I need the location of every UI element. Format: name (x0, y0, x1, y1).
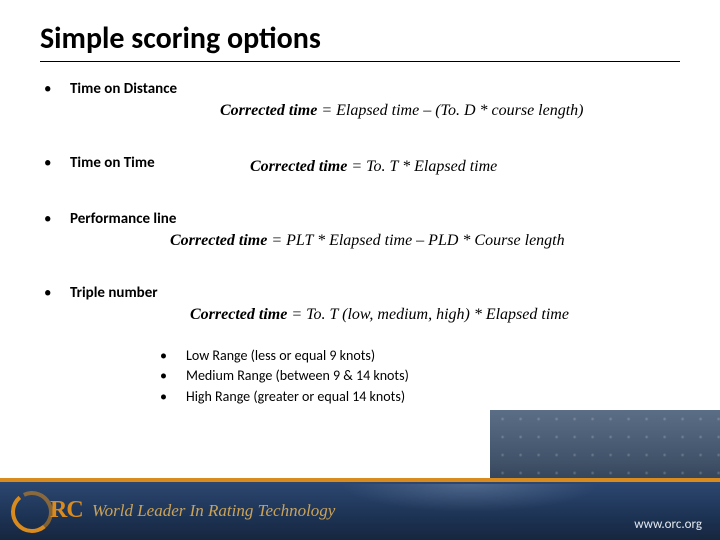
bullet-dot-icon: • (40, 154, 70, 172)
bullet-dot-icon: • (160, 346, 186, 366)
formula-triple-number: Corrected time = To. T (low, medium, hig… (40, 306, 680, 324)
range-label: High Range (greater or equal 14 knots) (186, 387, 405, 407)
orc-logo-icon: RC (22, 495, 78, 527)
formula-rest: = To. T (low, medium, high) * Elapsed ti… (287, 306, 569, 323)
bullet-time-on-distance: • Time on Distance (40, 80, 680, 98)
range-item-low: • Low Range (less or equal 9 knots) (160, 346, 680, 366)
footer-bar: RC World Leader In Rating Technology (0, 482, 720, 540)
formula-rest: = Elapsed time – (To. D * course length) (317, 102, 583, 119)
range-label: Low Range (less or equal 9 knots) (186, 346, 375, 366)
bullet-triple-number: • Triple number (40, 284, 680, 302)
slide-body: Simple scoring options • Time on Distanc… (0, 0, 720, 407)
bullet-label: Triple number (70, 284, 158, 302)
bullet-label: Performance line (70, 210, 176, 228)
formula-performance-line: Corrected time = PLT * Elapsed time – PL… (40, 232, 680, 250)
formula-time-on-distance: Corrected time = Elapsed time – (To. D *… (40, 102, 680, 120)
footer-logo: RC World Leader In Rating Technology (0, 495, 335, 527)
bullet-label: Time on Time (70, 154, 155, 172)
footer-url: www.orc.org (634, 517, 702, 532)
formula-rest: = To. T * Elapsed time (347, 158, 497, 175)
slide-title: Simple scoring options (40, 20, 680, 57)
formula-lead: Corrected time (220, 102, 317, 119)
range-label: Medium Range (between 9 & 14 knots) (186, 366, 409, 386)
bullet-dot-icon: • (40, 284, 70, 302)
footer: RC World Leader In Rating Technology www… (0, 482, 720, 540)
bullet-dot-icon: • (160, 366, 186, 386)
formula-lead: Corrected time (170, 232, 267, 249)
logo-text: RC (50, 497, 83, 524)
formula-lead: Corrected time (250, 158, 347, 175)
range-item-high: • High Range (greater or equal 14 knots) (160, 387, 680, 407)
bullet-performance-line: • Performance line (40, 210, 680, 228)
formula-lead: Corrected time (190, 306, 287, 323)
range-list: • Low Range (less or equal 9 knots) • Me… (40, 346, 680, 407)
bullet-dot-icon: • (40, 210, 70, 228)
footer-tagline: World Leader In Rating Technology (92, 501, 335, 521)
title-underline (40, 61, 680, 62)
bullet-label: Time on Distance (70, 80, 177, 98)
range-item-medium: • Medium Range (between 9 & 14 knots) (160, 366, 680, 386)
formula-rest: = PLT * Elapsed time – PLD * Course leng… (267, 232, 564, 249)
bullet-dot-icon: • (160, 387, 186, 407)
bullet-dot-icon: • (40, 80, 70, 98)
